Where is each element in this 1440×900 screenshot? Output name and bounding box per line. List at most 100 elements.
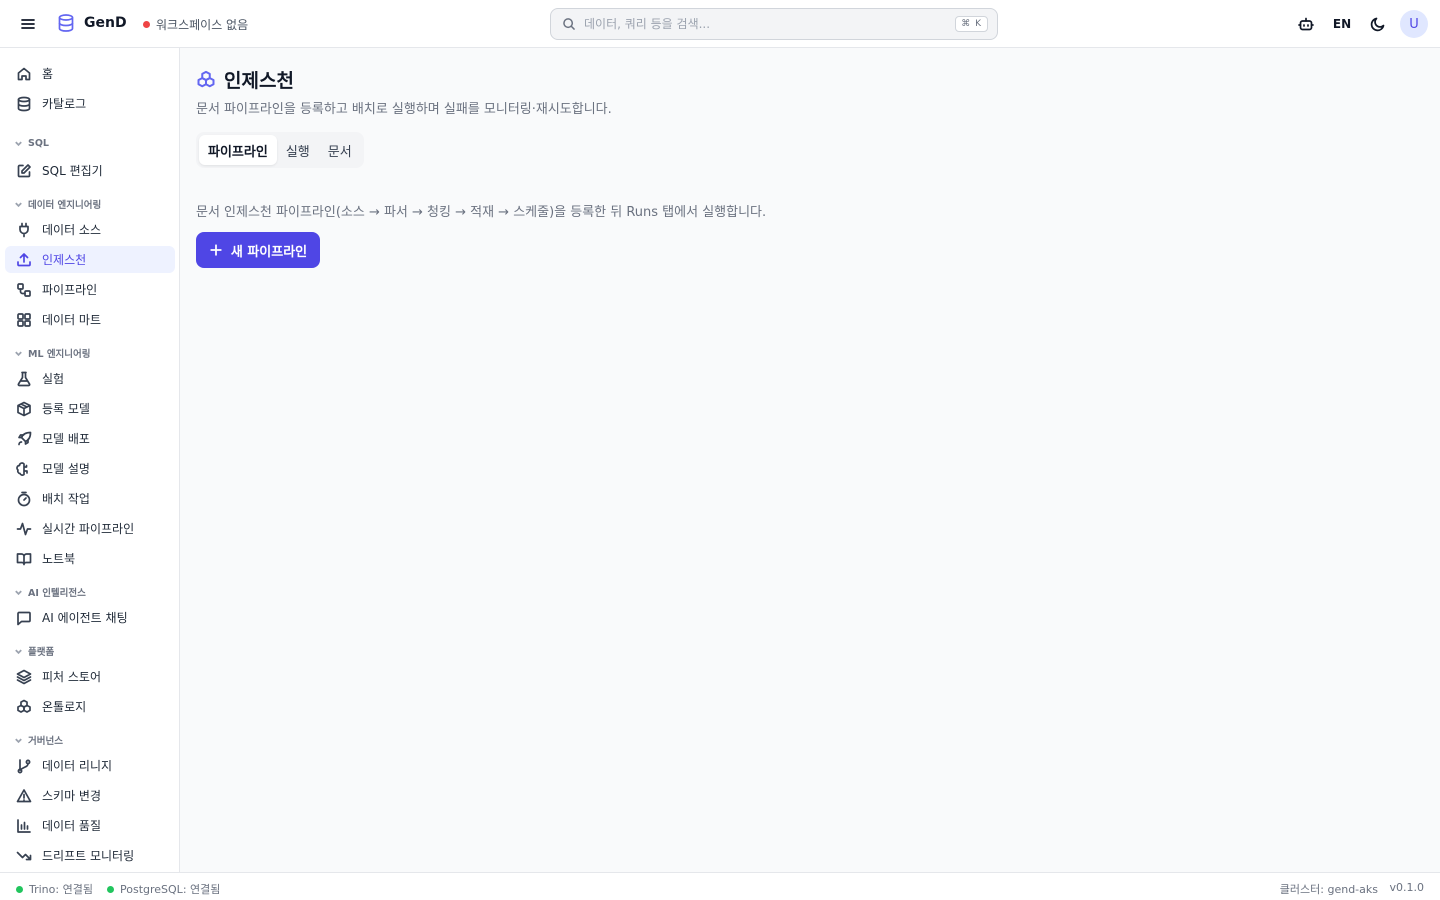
sidebar-item-batch-jobs[interactable]: 배치 작업	[5, 485, 175, 512]
tab-list: 파이프라인 실행 문서	[196, 132, 364, 168]
sidebar-item-feature-store[interactable]: 피처 스토어	[5, 663, 175, 690]
sidebar-item-label: 카탈로그	[42, 97, 87, 111]
chevron-down-icon	[15, 649, 22, 654]
sidebar-item-sql-editor[interactable]: SQL 편집기	[5, 157, 175, 184]
search-icon	[563, 18, 575, 30]
search-input[interactable]	[584, 17, 956, 31]
sidebar-item-model-deploy[interactable]: 모델 배포	[5, 425, 175, 452]
sidebar-item-label: 드리프트 모니터링	[42, 849, 135, 863]
sidebar-item-label: 인제스천	[42, 253, 87, 267]
tab-pipelines[interactable]: 파이프라인	[199, 135, 277, 165]
sidebar-item-label: 모델 배포	[42, 432, 90, 446]
workspace-selector[interactable]: 워크스페이스 없음	[143, 16, 248, 33]
chevron-down-icon	[15, 351, 22, 356]
moon-icon	[1370, 17, 1385, 32]
sidebar-item-label: 온톨로지	[42, 700, 87, 714]
sidebar-item-realtime-pipeline[interactable]: 실시간 파이프라인	[5, 515, 175, 542]
sidebar-item-data-quality[interactable]: 데이터 품질	[5, 812, 175, 839]
section-title: 거버넌스	[28, 736, 63, 747]
layers-icon	[16, 669, 32, 684]
flask-icon	[17, 371, 31, 386]
sidebar-item-drift-monitoring[interactable]: 드리프트 모니터링	[5, 842, 175, 869]
section-sql[interactable]: SQL	[14, 138, 49, 149]
section-title: ML 엔지니어링	[28, 349, 91, 360]
workflow-icon	[17, 282, 31, 297]
sidebar-item-label: SQL 편집기	[42, 164, 103, 178]
search-shortcut-badge: ⌘ K	[955, 16, 988, 32]
sidebar-item-ingestion[interactable]: 인제스천	[5, 246, 175, 273]
status-dot	[107, 885, 114, 893]
git-branch-icon	[17, 758, 31, 773]
sidebar-item-label: 노트북	[42, 552, 76, 566]
bot-icon	[1298, 17, 1314, 31]
version-label: v0.1.0	[1389, 881, 1425, 894]
boxes-icon	[17, 699, 31, 713]
sidebar-item-pipeline[interactable]: 파이프라인	[5, 276, 175, 303]
section-ml-engineering[interactable]: ML 엔지니어링	[14, 346, 91, 360]
language-toggle[interactable]: EN	[1328, 17, 1356, 31]
brain-icon	[16, 461, 28, 476]
section-title: AI 인텔리전스	[28, 588, 86, 599]
sidebar-item-model-explain[interactable]: 모델 설명	[5, 455, 175, 482]
sidebar-item-ai-agent-chat[interactable]: AI 에이전트 채팅	[5, 604, 175, 631]
postgres-status-label: PostgreSQL: 연결됨	[120, 883, 221, 896]
user-avatar[interactable]: U	[1400, 10, 1428, 38]
main-content: 인제스천 문서 파이프라인을 등록하고 배치로 실행하며 실패를 모니터링·재시…	[180, 48, 1440, 872]
tab-documents[interactable]: 문서	[319, 135, 361, 165]
sidebar-item-data-mart[interactable]: 데이터 마트	[5, 306, 175, 333]
sidebar: 홈 카탈로그 SQL SQL 편집기 데이터 엔지니어링 데이터 소스 인제스천…	[0, 48, 180, 872]
sidebar-item-data-source[interactable]: 데이터 소스	[5, 216, 175, 243]
ai-assistant-button[interactable]	[1292, 10, 1320, 38]
bar-chart-icon	[17, 818, 31, 833]
cluster-info: 클러스터: gend-aks	[1280, 881, 1378, 897]
edit-icon	[17, 163, 31, 177]
sidebar-item-label: 실시간 파이프라인	[42, 522, 135, 536]
activity-icon	[16, 522, 32, 535]
boxes-icon	[197, 70, 215, 87]
page-subtitle: 문서 파이프라인을 등록하고 배치로 실행하며 실패를 모니터링·재시도합니다.	[196, 102, 612, 117]
section-governance[interactable]: 거버넌스	[14, 733, 63, 747]
status-dot	[143, 21, 150, 28]
global-search[interactable]: ⌘ K	[550, 8, 998, 40]
postgres-status: PostgreSQL: 연결됨	[107, 881, 220, 897]
tab-runs[interactable]: 실행	[277, 135, 319, 165]
new-pipeline-label: 새 파이프라인	[230, 244, 308, 260]
rocket-icon	[18, 431, 32, 445]
sidebar-item-label: 홈	[42, 67, 54, 81]
page-header: 인제스천	[196, 66, 294, 93]
sidebar-item-notebook[interactable]: 노트북	[5, 545, 175, 572]
sidebar-item-label: 파이프라인	[42, 283, 98, 297]
page-title: 인제스천	[224, 70, 294, 92]
sidebar-item-registered-models[interactable]: 등록 모델	[5, 395, 175, 422]
sidebar-item-label: 데이터 품질	[42, 819, 102, 833]
new-pipeline-button[interactable]: 새 파이프라인	[196, 232, 320, 268]
sidebar-item-label: 실험	[42, 372, 65, 386]
sidebar-item-label: 배치 작업	[42, 492, 90, 506]
sidebar-item-home[interactable]: 홈	[5, 60, 175, 87]
sidebar-item-label: 데이터 소스	[42, 223, 102, 237]
sidebar-item-catalog[interactable]: 카탈로그	[5, 90, 175, 117]
sidebar-item-data-lineage[interactable]: 데이터 리니지	[5, 752, 175, 779]
theme-toggle-button[interactable]	[1364, 10, 1392, 38]
version-info: v0.1.0	[1390, 881, 1425, 894]
sidebar-item-ontology[interactable]: 온톨로지	[5, 693, 175, 720]
section-title: 데이터 엔지니어링	[28, 200, 102, 211]
app-logo[interactable]: GenD	[56, 13, 127, 33]
timer-icon	[17, 491, 31, 506]
status-bar: Trino: 연결됨 PostgreSQL: 연결됨 클러스터: gend-ak…	[0, 872, 1440, 900]
sidebar-item-label: 모델 설명	[42, 462, 90, 476]
sidebar-item-schema-change[interactable]: 스키마 변경	[5, 782, 175, 809]
sidebar-item-label: 데이터 리니지	[42, 759, 113, 773]
section-platform[interactable]: 플랫폼	[14, 644, 54, 658]
trending-down-icon	[16, 851, 32, 860]
chevron-down-icon	[15, 590, 22, 595]
menu-toggle-button[interactable]	[18, 14, 38, 34]
section-title: 플랫폼	[28, 647, 55, 658]
book-icon	[16, 552, 32, 565]
chevron-down-icon	[15, 141, 22, 147]
home-icon	[17, 67, 31, 80]
section-data-engineering[interactable]: 데이터 엔지니어링	[14, 197, 101, 211]
section-ai-intelligence[interactable]: AI 인텔리전스	[14, 585, 86, 599]
sidebar-item-experiments[interactable]: 실험	[5, 365, 175, 392]
database-icon	[17, 96, 31, 111]
